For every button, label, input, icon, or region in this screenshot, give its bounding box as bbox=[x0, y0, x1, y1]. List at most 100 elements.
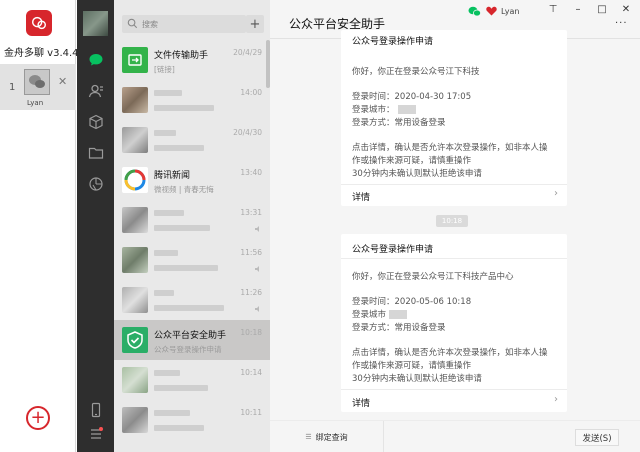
chat-item[interactable]: 20/4/30 bbox=[114, 120, 270, 160]
blurred-preview bbox=[154, 225, 210, 231]
close-icon[interactable]: ✕ bbox=[620, 4, 632, 16]
blurred-preview bbox=[154, 385, 208, 391]
bind-query-menu-button[interactable]: ☰ 绑定查询 bbox=[270, 421, 384, 452]
redacted-block bbox=[397, 105, 416, 114]
chat-icon[interactable] bbox=[86, 50, 105, 69]
chat-item-file-transfer[interactable]: 文件传输助手 [链接] 20/4/29 bbox=[114, 40, 270, 80]
chat-item-security-assistant[interactable]: 公众平台安全助手 公众号登录操作申请 10:18 bbox=[114, 320, 270, 360]
message-card[interactable]: 公众号登录操作申请 你好，你正在登录公众号江下科技产品中心 登录时间：2020-… bbox=[341, 234, 567, 412]
chat-time: 10:11 bbox=[240, 408, 262, 417]
card-login-method: 登录方式：常用设备登录 bbox=[352, 323, 446, 333]
wechat-logo-icon bbox=[468, 6, 481, 16]
chat-item-tencent-news[interactable]: 腾讯新闻 微视频 | 青春无悔 13:40 bbox=[114, 160, 270, 200]
chat-item[interactable]: 10:11 bbox=[114, 400, 270, 440]
card-detail-link[interactable]: 详情 bbox=[352, 396, 370, 409]
search-icon bbox=[127, 18, 138, 29]
tencent-news-icon bbox=[122, 167, 148, 193]
contacts-icon[interactable] bbox=[86, 81, 105, 100]
account-avatar[interactable] bbox=[24, 69, 50, 95]
mute-icon bbox=[255, 306, 259, 312]
chat-time: 20/4/29 bbox=[233, 48, 262, 57]
card-login-method: 登录方式：常用设备登录 bbox=[352, 118, 446, 128]
blurred-preview bbox=[154, 145, 204, 151]
menu-icon[interactable] bbox=[86, 424, 105, 443]
avatar bbox=[122, 247, 148, 273]
card-login-time: 登录时间：2020-05-06 10:18 bbox=[352, 297, 472, 307]
chat-time: 13:40 bbox=[240, 168, 262, 177]
folder-icon[interactable] bbox=[86, 143, 105, 162]
card-divider bbox=[341, 389, 567, 390]
account-row[interactable]: 1 Lyan ✕ bbox=[0, 64, 76, 110]
card-body-line: 作或操作来源可疑，请慎重操作 bbox=[352, 156, 472, 166]
message-timestamp: 10:18 bbox=[436, 215, 468, 227]
card-body-line: 作或操作来源可疑，请慎重操作 bbox=[352, 361, 472, 371]
phone-icon[interactable] bbox=[86, 400, 105, 419]
minimize-icon[interactable]: – bbox=[572, 4, 584, 16]
card-body-line: 点击详情，确认是否允许本次登录操作，如非本人操 bbox=[352, 348, 548, 358]
card-title: 公众号登录操作申请 bbox=[352, 37, 434, 47]
chat-time: 11:56 bbox=[240, 248, 262, 257]
avatar bbox=[122, 87, 148, 113]
chat-time: 11:26 bbox=[240, 288, 262, 297]
bottom-bar: ☰ 绑定查询 发送(S) bbox=[270, 420, 640, 452]
blurred-preview bbox=[154, 105, 214, 111]
card-divider bbox=[341, 184, 567, 185]
close-account-icon[interactable]: ✕ bbox=[58, 75, 67, 88]
chat-preview: 公众号登录操作申请 bbox=[154, 345, 222, 354]
add-account-button[interactable]: + bbox=[26, 406, 50, 430]
chat-item[interactable]: 14:00 bbox=[114, 80, 270, 120]
avatar bbox=[122, 407, 148, 433]
wechat-nav-bar bbox=[77, 0, 114, 452]
message-card[interactable]: 公众号登录操作申请 你好，你正在登录公众号江下科技 登录时间：2020-04-3… bbox=[341, 30, 567, 206]
search-input[interactable] bbox=[142, 17, 240, 31]
more-options-icon[interactable]: ··· bbox=[615, 18, 628, 29]
blurred-preview bbox=[154, 265, 218, 271]
card-login-city: 登录城市 bbox=[352, 308, 408, 320]
blurred-name bbox=[154, 210, 184, 216]
menu-lines-icon: ☰ bbox=[305, 433, 312, 441]
menu-label: 绑定查询 bbox=[315, 432, 348, 442]
blurred-name bbox=[154, 130, 176, 136]
chat-time: 10:14 bbox=[240, 368, 262, 377]
blurred-name bbox=[154, 410, 190, 416]
card-login-city: 登录城市： bbox=[352, 103, 416, 115]
chat-item[interactable]: 11:26 bbox=[114, 280, 270, 320]
chevron-right-icon: › bbox=[554, 394, 558, 405]
card-body-line: 30分钟内未确认则默认拒绝该申请 bbox=[352, 374, 482, 384]
chat-time: 20/4/30 bbox=[233, 128, 262, 137]
box-icon[interactable] bbox=[86, 112, 105, 131]
app-logo-icon bbox=[26, 10, 52, 36]
chat-item[interactable]: 11:56 bbox=[114, 240, 270, 280]
chat-item[interactable]: 13:31 bbox=[114, 200, 270, 240]
app-sidebar: 金舟多聊 v3.4.4 1 Lyan ✕ + bbox=[0, 0, 79, 452]
chat-window: 公众平台安全助手 Lyan ⊤ – □ ✕ ··· 公众号登录操作申请 你好，你… bbox=[270, 0, 640, 452]
mute-icon bbox=[255, 226, 259, 232]
card-login-time: 登录时间：2020-04-30 17:05 bbox=[352, 92, 472, 102]
card-body-line: 30分钟内未确认则默认拒绝该申请 bbox=[352, 169, 482, 179]
chat-time: 14:00 bbox=[240, 88, 262, 97]
top-status: Lyan bbox=[468, 4, 519, 18]
card-body-line: 点击详情，确认是否允许本次登录操作，如非本人操 bbox=[352, 143, 548, 153]
chat-name: 腾讯新闻 bbox=[154, 171, 191, 181]
user-label: Lyan bbox=[501, 6, 520, 16]
card-detail-link[interactable]: 详情 bbox=[352, 190, 370, 203]
blurred-preview bbox=[154, 305, 224, 311]
chat-list: + 文件传输助手 [链接] 20/4/29 14:00 20/4/30 腾讯新闻… bbox=[114, 0, 270, 452]
pin-icon[interactable]: ⊤ bbox=[547, 4, 559, 16]
blurred-name bbox=[154, 90, 182, 96]
maximize-icon[interactable]: □ bbox=[596, 4, 608, 16]
moments-icon[interactable] bbox=[86, 174, 105, 193]
new-chat-button[interactable]: + bbox=[246, 15, 264, 33]
avatar bbox=[122, 127, 148, 153]
chat-item[interactable]: 10:14 bbox=[114, 360, 270, 400]
account-index: 1 bbox=[9, 82, 16, 93]
blurred-name bbox=[154, 290, 174, 296]
app-name: 金舟多聊 v3.4.4 bbox=[4, 48, 79, 59]
chat-name: 公众平台安全助手 bbox=[154, 331, 227, 341]
heart-icon bbox=[486, 6, 497, 16]
my-avatar[interactable] bbox=[83, 11, 108, 36]
chat-name: 文件传输助手 bbox=[154, 51, 209, 61]
search-box[interactable] bbox=[122, 15, 246, 33]
card-divider bbox=[341, 258, 567, 259]
send-button[interactable]: 发送(S) bbox=[575, 429, 619, 446]
